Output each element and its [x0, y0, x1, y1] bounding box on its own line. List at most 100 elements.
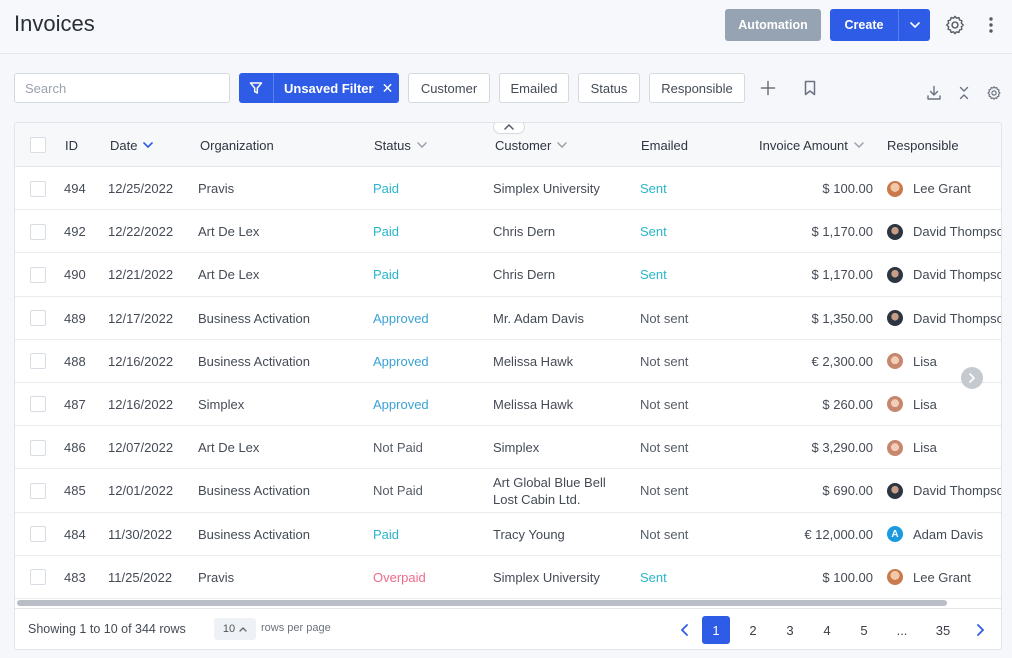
avatar	[887, 396, 903, 413]
collapse-filters-toggle[interactable]	[493, 123, 525, 134]
filter-chip-status[interactable]: Status	[578, 73, 640, 103]
cell-responsible: David Thompson	[887, 253, 1001, 296]
table-row[interactable]: 483 11/25/2022 Pravis Overpaid Simplex Unive…	[15, 556, 1001, 599]
filter-chip-responsible[interactable]: Responsible	[649, 73, 745, 103]
col-responsible[interactable]: Responsible	[887, 123, 959, 167]
page-button-5[interactable]: 5	[850, 616, 878, 644]
rows-per-page-select[interactable]: 10	[214, 618, 256, 640]
scroll-right-button[interactable]	[961, 367, 983, 389]
table-row[interactable]: 494 12/25/2022 Pravis Paid Simplex Universit…	[15, 167, 1001, 211]
cell-id: 485	[64, 483, 86, 499]
automation-button[interactable]: Automation	[725, 9, 821, 41]
row-checkbox[interactable]	[30, 353, 46, 370]
cell-customer: Melissa Hawk	[493, 353, 574, 369]
row-checkbox[interactable]	[30, 396, 46, 413]
col-id[interactable]: ID	[65, 123, 78, 167]
cell-responsible: David Thompson	[887, 210, 1001, 253]
collapse-rows-icon[interactable]	[954, 83, 974, 103]
filter-chip-emailed[interactable]: Emailed	[499, 73, 569, 103]
horizontal-scrollbar[interactable]	[17, 600, 947, 606]
cell-date: 12/16/2022	[108, 353, 174, 369]
cell-responsible: Lisa	[887, 426, 937, 469]
cell-customer: Simplex University	[493, 181, 600, 196]
settings-gear-icon[interactable]	[944, 14, 966, 36]
cell-status: Paid	[373, 267, 400, 283]
cell-emailed: Not sent	[640, 396, 689, 412]
avatar	[887, 180, 903, 197]
table-row[interactable]: 489 12/17/2022 Business Activation Approved…	[15, 297, 1001, 340]
cell-emailed: Not sent	[640, 526, 689, 542]
page-button-1[interactable]: 1	[702, 616, 730, 644]
responsible-name: Lisa	[913, 353, 937, 369]
create-dropdown-button[interactable]	[899, 22, 930, 28]
sort-desc-icon	[143, 142, 154, 148]
clear-filter-icon[interactable]: ✕	[382, 80, 394, 97]
col-status[interactable]: Status	[374, 123, 427, 167]
table-row[interactable]: 484 11/30/2022 Business Activation Paid Trac…	[15, 513, 1001, 556]
cell-date: 11/25/2022	[108, 569, 173, 585]
cell-id: 483	[64, 569, 86, 585]
cell-date: 12/22/2022	[108, 224, 174, 240]
table-row[interactable]: 486 12/07/2022 Art De Lex Not Paid Simplex No…	[15, 426, 1001, 470]
cell-emailed: Sent	[640, 267, 667, 283]
cell-date: 12/16/2022	[108, 396, 174, 412]
cell-date: 12/07/2022	[108, 440, 174, 456]
unsaved-filter-button[interactable]: Unsaved Filter ✕	[239, 73, 399, 103]
cell-invoice-amount: € 2,300.00	[811, 353, 873, 369]
page-button-4[interactable]: 4	[813, 616, 841, 644]
row-checkbox[interactable]	[30, 569, 46, 586]
cell-id: 487	[64, 396, 86, 412]
next-page-button[interactable]	[966, 616, 994, 644]
filter-chip-customer[interactable]: Customer	[408, 73, 490, 103]
table-row[interactable]: 487 12/16/2022 Simplex Approved Melissa Hawk…	[15, 383, 1001, 427]
avatar: A	[887, 526, 903, 542]
cell-id: 488	[64, 353, 86, 369]
col-organization[interactable]: Organization	[200, 123, 274, 167]
cell-customer: Chris Dern	[493, 267, 556, 283]
page-button-3[interactable]: 3	[776, 616, 804, 644]
row-select-cell	[30, 383, 46, 426]
col-date[interactable]: Date	[110, 123, 154, 167]
table-settings-icon[interactable]	[984, 83, 1004, 103]
table-body: 494 12/25/2022 Pravis Paid Simplex Universit…	[15, 167, 1001, 599]
select-all-checkbox[interactable]	[30, 137, 46, 153]
row-checkbox[interactable]	[30, 439, 46, 456]
page-button-35[interactable]: 35	[929, 616, 957, 644]
cell-date: 12/25/2022	[108, 181, 174, 196]
row-checkbox[interactable]	[30, 223, 46, 240]
table-row[interactable]: 492 12/22/2022 Art De Lex Paid Chris Dern Sen…	[15, 210, 1001, 254]
cell-invoice-amount: $ 100.00	[822, 181, 873, 196]
table-row[interactable]: 488 12/16/2022 Business Activation Approved…	[15, 340, 1001, 383]
page-title: Invoices	[14, 11, 95, 36]
row-checkbox[interactable]	[30, 526, 46, 542]
cell-organization: Business Activation	[198, 310, 311, 326]
row-checkbox[interactable]	[30, 266, 46, 283]
create-button[interactable]: Create	[830, 18, 898, 32]
bookmark-icon[interactable]	[800, 78, 820, 98]
row-checkbox[interactable]	[30, 180, 46, 197]
cell-id: 489	[64, 310, 86, 326]
table-row[interactable]: 485 12/01/2022 Business Activation Not Paid…	[15, 469, 1001, 513]
download-icon[interactable]	[924, 83, 944, 103]
cell-status: Approved	[373, 396, 429, 412]
chevron-left-icon	[680, 624, 688, 636]
cell-emailed: Not sent	[640, 440, 689, 456]
page-button-2[interactable]: 2	[739, 616, 767, 644]
more-options-icon[interactable]	[985, 15, 997, 35]
page-ellipsis: ...	[896, 622, 908, 638]
add-filter-icon[interactable]	[758, 78, 778, 98]
row-checkbox[interactable]	[30, 482, 46, 499]
cell-organization: Business Activation	[198, 353, 311, 369]
col-invoice-amount[interactable]: Invoice Amount	[759, 123, 864, 167]
rows-per-page-label: rows per page	[261, 622, 331, 634]
cell-id: 484	[64, 526, 86, 542]
prev-page-button[interactable]	[670, 616, 698, 644]
cell-invoice-amount: $ 1,170.00	[811, 267, 873, 283]
cell-invoice-amount: $ 3,290.00	[811, 440, 873, 456]
table-row[interactable]: 490 12/21/2022 Art De Lex Paid Chris Dern Sen…	[15, 253, 1001, 297]
row-checkbox[interactable]	[30, 310, 46, 327]
col-emailed[interactable]: Emailed	[641, 123, 688, 167]
cell-organization: Pravis	[198, 569, 235, 585]
cell-id: 490	[64, 267, 86, 283]
search-input[interactable]	[14, 73, 230, 103]
